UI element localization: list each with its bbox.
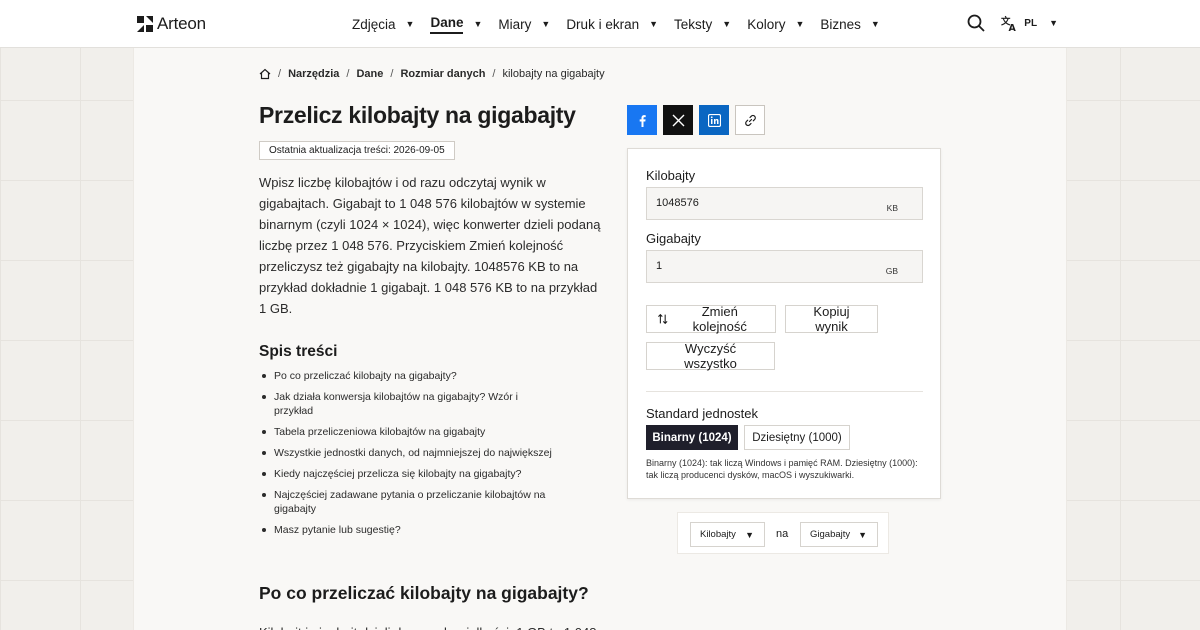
swap-icon [658, 313, 668, 325]
from-unit-value: Kilobajty [700, 529, 736, 540]
decimal-standard-option[interactable]: Dziesiętny (1000) [744, 425, 850, 450]
copy-link-button[interactable] [735, 105, 765, 135]
main-content: / Narzędzia / Dane / Rozmiar danych / ki… [134, 48, 1066, 630]
header-actions: 文 A PL ▼ [967, 14, 1058, 32]
unit-picker: Kilobajty ▼ na Gigabajty ▼ [677, 512, 889, 554]
facebook-icon [639, 114, 646, 127]
divider [646, 391, 923, 392]
toc-item[interactable]: Wszystkie jednostki danych, od najmniejs… [259, 446, 559, 460]
breadcrumb-item[interactable]: Dane [356, 68, 383, 80]
to-unit-select[interactable]: Gigabajty ▼ [800, 522, 878, 547]
site-header: Arteon Zdjęcia ▼ Dane ▼ Miary ▼ Druk i ekra… [0, 0, 1200, 48]
toc-item[interactable]: Tabela przeliczeniowa kilobajtów na giga… [259, 425, 559, 439]
breadcrumb-separator: / [278, 68, 282, 80]
nav-label: Biznes [820, 16, 861, 32]
nav-item-biznes[interactable]: Biznes ▼ [820, 0, 879, 48]
nav-label: Teksty [674, 16, 713, 32]
caret-down-icon: ▼ [405, 19, 415, 29]
from-unit: KB [886, 203, 898, 213]
caret-down-icon: ▼ [649, 19, 659, 29]
home-icon[interactable] [259, 68, 271, 80]
caret-down-icon: ▼ [858, 529, 867, 540]
to-unit-value: Gigabajty [810, 529, 851, 540]
to-field[interactable]: GB [646, 250, 923, 283]
to-label: Gigabajty [646, 231, 701, 246]
nav-item-teksty[interactable]: Teksty ▼ [674, 0, 731, 48]
nav-item-kolory[interactable]: Kolory ▼ [747, 0, 804, 48]
clear-all-button[interactable]: Wyczyść wszystko [646, 341, 775, 371]
toc-title: Spis treści [259, 343, 338, 360]
search-icon[interactable] [967, 14, 985, 32]
share-facebook-button[interactable] [627, 105, 657, 135]
caret-down-icon: ▼ [1049, 18, 1058, 28]
breadcrumb: / Narzędzia / Dane / Rozmiar danych / ki… [259, 68, 605, 80]
share-x-button[interactable] [663, 105, 693, 135]
updated-badge: Ostatnia aktualizacja treści: 2026-09-05 [259, 141, 455, 160]
brand-name: Arteon [157, 14, 206, 33]
toc-item[interactable]: Najczęściej zadawane pytania o przelicza… [259, 488, 549, 516]
standard-note: Binarny (1024): tak liczą Windows i pami… [646, 458, 918, 480]
caret-down-icon: ▼ [473, 19, 483, 29]
nav-label: Dane [430, 15, 464, 34]
translate-icon: 文 A [1001, 15, 1017, 32]
nav-item-druk-i-ekran[interactable]: Druk i ekran ▼ [566, 0, 658, 48]
toc-item[interactable]: Masz pytanie lub sugestię? [259, 523, 559, 537]
language-switcher[interactable]: 文 A PL ▼ [1001, 15, 1058, 32]
toc-item[interactable]: Kiedy najczęściej przelicza się kilobajt… [259, 467, 559, 481]
breadcrumb-separator: / [492, 68, 496, 80]
section-title: Po co przeliczać kilobajty na gigabajty? [259, 583, 589, 603]
from-field[interactable]: KB [646, 187, 923, 220]
link-icon [744, 114, 756, 126]
nav-label: Miary [498, 16, 532, 32]
standard-label: Standard jednostek [646, 406, 759, 421]
breadcrumb-current: kilobajty na gigabajty [502, 68, 605, 80]
breadcrumb-separator: / [390, 68, 394, 80]
logo-icon [137, 16, 153, 32]
swap-button[interactable]: Zmień kolejność [646, 304, 776, 334]
picker-connector: na [776, 528, 789, 540]
caret-down-icon: ▼ [541, 19, 551, 29]
nav-item-dane[interactable]: Dane ▼ [430, 0, 482, 48]
nav-label: Zdjęcia [352, 16, 396, 32]
nav-item-zdjecia[interactable]: Zdjęcia ▼ [352, 0, 414, 48]
converter-panel: Kilobajty KB Gigabajty GB Zmień kolejnoś… [627, 148, 941, 499]
from-label: Kilobajty [646, 168, 696, 183]
x-icon [672, 114, 684, 126]
to-unit: GB [885, 266, 898, 276]
logo[interactable]: Arteon [137, 14, 206, 34]
binary-standard-option[interactable]: Binarny (1024) [646, 425, 738, 450]
kilobytes-input[interactable] [656, 197, 856, 209]
toc-item[interactable]: Jak działa konwersja kilobajtów na gigab… [259, 390, 559, 418]
nav-label: Kolory [747, 16, 786, 32]
nav-item-miary[interactable]: Miary ▼ [498, 0, 550, 48]
copy-result-button[interactable]: Kopiuj wynik [785, 304, 878, 334]
caret-down-icon: ▼ [722, 19, 732, 29]
main-nav: Zdjęcia ▼ Dane ▼ Miary ▼ Druk i ekran ▼ Teks… [352, 0, 896, 48]
breadcrumb-separator: / [346, 68, 350, 80]
page-title: Przelicz kilobajty na gigabajty [259, 102, 576, 128]
intro-text: Wpisz liczbę kilobajtów i od razu odczyt… [259, 175, 601, 316]
share-buttons [627, 105, 765, 135]
caret-down-icon: ▼ [870, 19, 880, 29]
section-text: Kilobajt i gigabajt dzieli dwa rzędy wie… [259, 622, 601, 630]
swap-label: Zmień kolejność [692, 304, 747, 334]
from-unit-select[interactable]: Kilobajty ▼ [690, 522, 765, 547]
svg-text:A: A [1009, 23, 1017, 32]
linkedin-icon [707, 113, 721, 127]
share-linkedin-button[interactable] [699, 105, 729, 135]
table-of-contents: Po co przeliczać kilobajty na gigabajty?… [259, 369, 559, 544]
caret-down-icon: ▼ [795, 19, 805, 29]
toc-item[interactable]: Po co przeliczać kilobajty na gigabajty? [259, 369, 559, 383]
gigabytes-input[interactable] [656, 260, 856, 272]
caret-down-icon: ▼ [745, 529, 754, 540]
breadcrumb-item[interactable]: Narzędzia [288, 68, 339, 80]
language-code: PL [1024, 17, 1038, 29]
breadcrumb-item[interactable]: Rozmiar danych [400, 68, 485, 80]
nav-label: Druk i ekran [566, 16, 640, 32]
